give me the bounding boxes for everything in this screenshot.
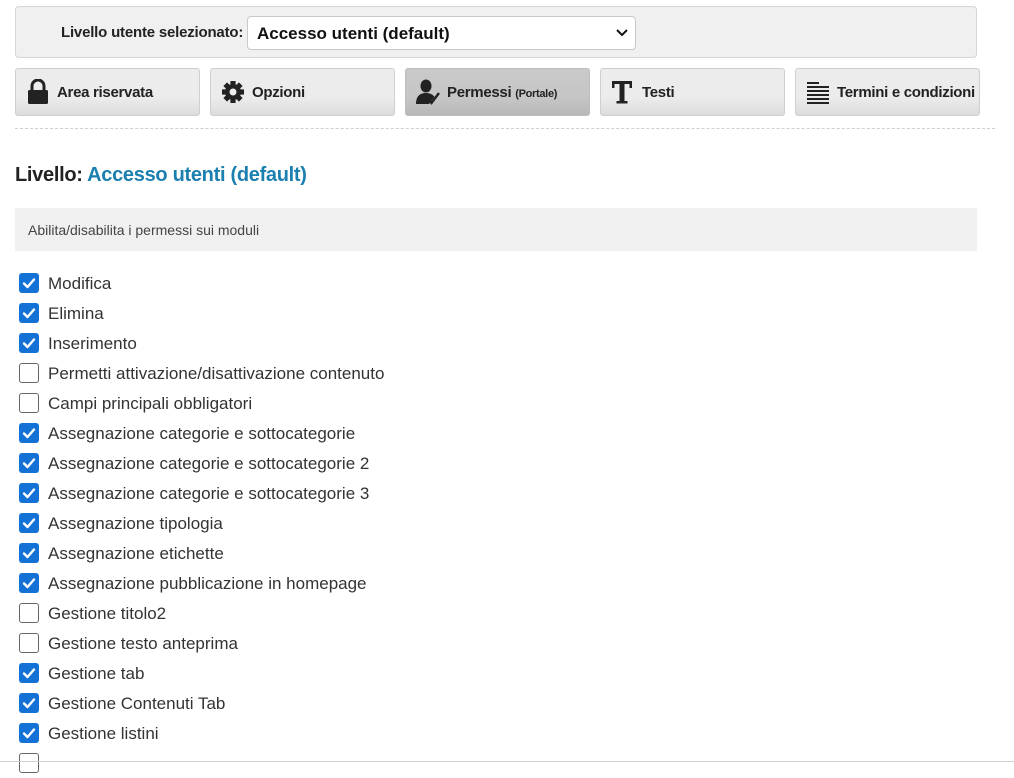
- tab-area-riservata[interactable]: Area riservata: [15, 68, 200, 116]
- tab-permessi[interactable]: Permessi (Portale): [405, 68, 590, 116]
- permission-checkbox[interactable]: [19, 333, 39, 353]
- permission-label: Campi principali obbligatori: [48, 394, 253, 413]
- list-icon: [807, 82, 829, 104]
- info-box: Abilita/disabilita i permessi sui moduli: [15, 208, 977, 251]
- page-title-prefix: Livello:: [15, 164, 83, 186]
- permission-label: Modifica: [48, 274, 112, 293]
- permission-checkbox[interactable]: [19, 543, 39, 563]
- checkmark-icon: [22, 338, 36, 349]
- tab-opzioni[interactable]: Opzioni: [210, 68, 395, 116]
- tab-label: Permessi: [447, 84, 512, 101]
- gear-icon: [222, 81, 244, 103]
- tab-sublabel: (Portale): [515, 88, 558, 100]
- permission-label: Gestione testo anteprima: [48, 634, 238, 653]
- permission-checkbox[interactable]: [19, 513, 39, 533]
- permission-checkbox[interactable]: [19, 633, 39, 653]
- permission-label: Gestione Contenuti Tab: [48, 694, 226, 713]
- permission-checkbox[interactable]: [19, 453, 39, 473]
- permission-label: Gestione titolo2: [48, 604, 167, 623]
- level-select[interactable]: Accesso utenti (default): [247, 16, 636, 50]
- info-text: Abilita/disabilita i permessi sui moduli: [28, 222, 260, 238]
- checkmark-icon: [22, 518, 36, 529]
- permission-checkbox[interactable]: [19, 393, 39, 413]
- permission-label: Gestione listini: [48, 724, 159, 743]
- permission-checkbox[interactable]: [19, 573, 39, 593]
- permission-label: Elimina: [48, 304, 104, 323]
- checkmark-icon: [22, 458, 36, 469]
- lock-icon: [28, 79, 48, 104]
- divider: [0, 761, 1014, 762]
- checkmark-icon: [22, 428, 36, 439]
- page-title: Livello: Accesso utenti (default): [15, 164, 307, 187]
- tab-label: Termini e condizioni: [837, 84, 975, 101]
- permission-label: Assegnazione categorie e sottocategorie: [48, 424, 356, 443]
- text-icon: [612, 81, 632, 104]
- permission-checkbox[interactable]: [19, 423, 39, 443]
- permission-label: Assegnazione pubblicazione in homepage: [48, 574, 367, 593]
- permission-checkbox[interactable]: [19, 483, 39, 503]
- permission-label: Inserimento: [48, 334, 137, 353]
- checkmark-icon: [22, 308, 36, 319]
- permission-label: Assegnazione tipologia: [48, 514, 223, 533]
- checkmark-icon: [22, 698, 36, 709]
- checkmark-icon: [22, 728, 36, 739]
- checkmark-icon: [22, 548, 36, 559]
- permission-label: Gestione tab: [48, 664, 145, 683]
- checkmark-icon: [22, 488, 36, 499]
- tab-label: Area riservata: [57, 84, 153, 101]
- permission-label: Assegnazione categorie e sottocategorie …: [48, 454, 370, 473]
- permission-label: Assegnazione categorie e sottocategorie …: [48, 484, 370, 503]
- permission-checkbox[interactable]: [19, 753, 39, 773]
- checkmark-icon: [22, 668, 36, 679]
- permission-checkbox[interactable]: [19, 273, 39, 293]
- permission-checkbox[interactable]: [19, 303, 39, 323]
- tab-bar: Area riservata Opzioni Permessi (Portale…: [15, 68, 980, 116]
- tab-label: Opzioni: [252, 84, 305, 101]
- permission-label: Permetti attivazione/disattivazione cont…: [48, 364, 385, 383]
- user-check-icon: [416, 79, 440, 105]
- level-select-value: Accesso utenti (default): [257, 24, 450, 43]
- permission-checkbox[interactable]: [19, 603, 39, 623]
- permission-checkbox[interactable]: [19, 663, 39, 683]
- tab-termini-e-condizioni[interactable]: Termini e condizioni: [795, 68, 980, 116]
- level-selector-bar: Livello utente selezionato: Accesso uten…: [15, 6, 977, 58]
- checkmark-icon: [22, 278, 36, 289]
- level-selector-label: Livello utente selezionato:: [61, 24, 244, 41]
- permission-label: Assegnazione etichette: [48, 544, 224, 563]
- page-title-value: Accesso utenti (default): [87, 164, 307, 186]
- tab-testi[interactable]: Testi: [600, 68, 785, 116]
- checkmark-icon: [22, 578, 36, 589]
- permission-checkbox[interactable]: [19, 693, 39, 713]
- permission-checkbox[interactable]: [19, 363, 39, 383]
- tab-label: Testi: [642, 84, 675, 101]
- chevron-down-icon: [616, 29, 628, 37]
- permission-checkbox[interactable]: [19, 723, 39, 743]
- divider: [15, 128, 995, 129]
